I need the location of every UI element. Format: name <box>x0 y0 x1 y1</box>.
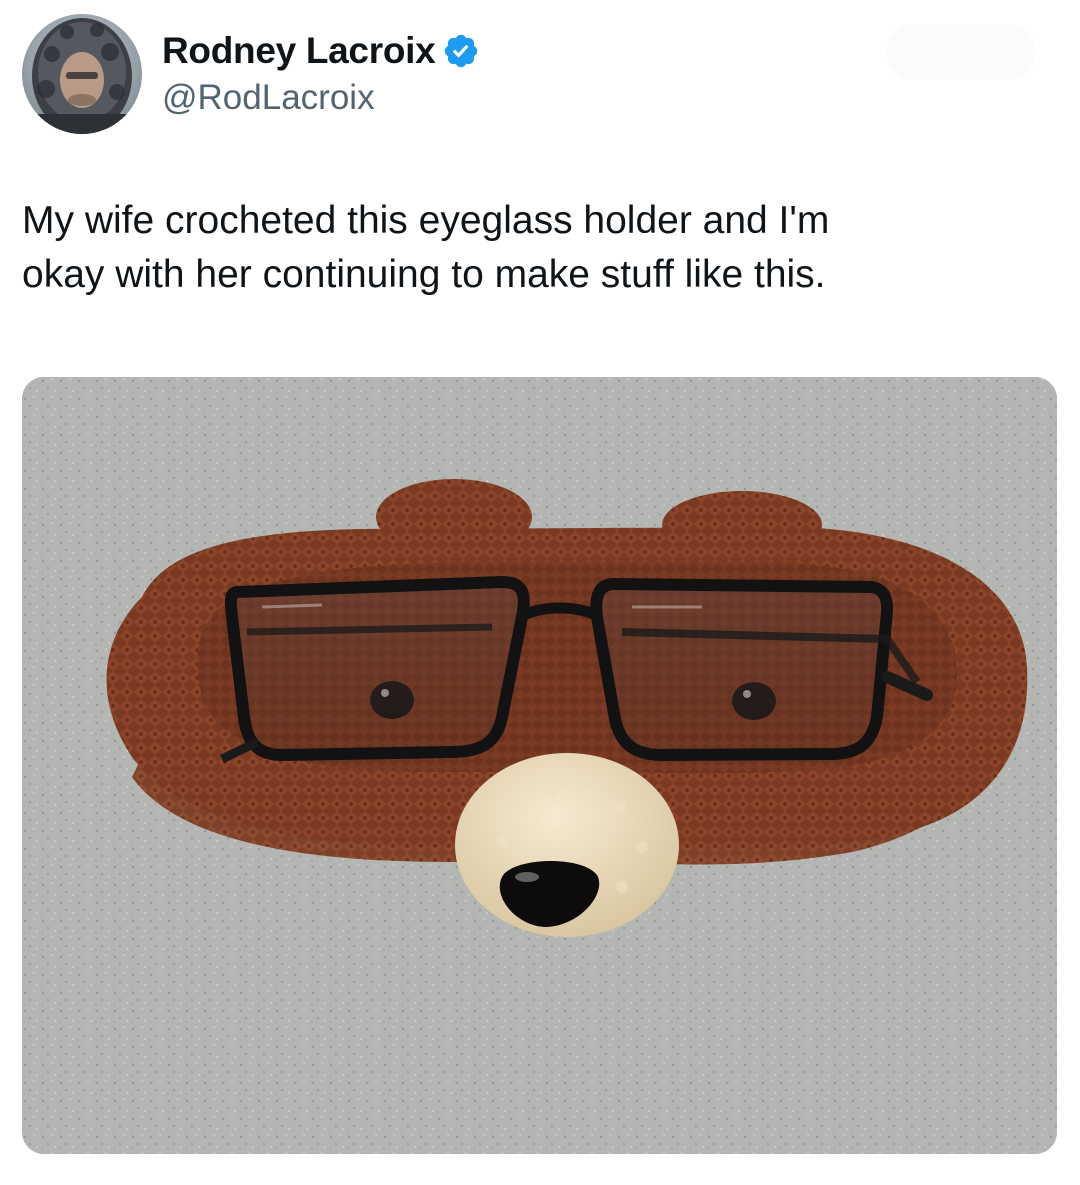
tweet-text-line-1: My wife crocheted this eyeglass holder a… <box>22 199 830 242</box>
tweet-photo[interactable] <box>22 377 1057 1154</box>
name-row: Rodney Lacroix <box>162 30 480 72</box>
avatar[interactable] <box>22 14 142 134</box>
author-display-name[interactable]: Rodney Lacroix <box>162 30 436 72</box>
tweet-text: My wife crocheted this eyeglass holder a… <box>22 194 1052 302</box>
author-identity: Rodney Lacroix @RodLacroix <box>162 30 480 118</box>
avatar-image <box>22 14 142 134</box>
tweet-text-line-2: okay with her continuing to make stuff l… <box>22 253 826 296</box>
tweet-header: Rodney Lacroix @RodLacroix <box>22 14 1058 144</box>
verified-badge-icon <box>442 32 480 70</box>
photo-crochet-glasses-holder <box>22 377 1057 1154</box>
follow-button[interactable] <box>886 24 1036 80</box>
author-handle[interactable]: @RodLacroix <box>162 78 480 118</box>
